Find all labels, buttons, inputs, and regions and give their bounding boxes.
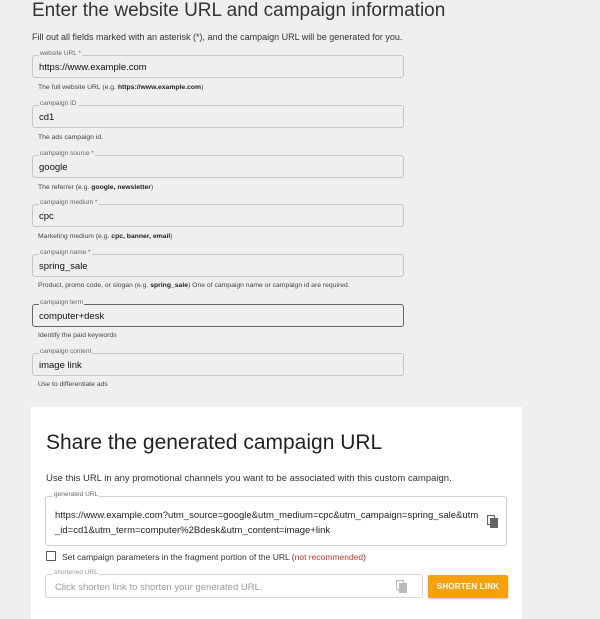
field-help: Product, promo code, or slogan (e.g. spr… [38,282,350,289]
field-help: Marketing medium (e.g. cpc, banner, emai… [38,233,173,240]
shortened-url-placeholder: Click shorten link to shorten your gener… [55,582,263,593]
field-help: The ads campaign id. [38,134,103,141]
copy-icon[interactable] [396,580,408,593]
campaign-term-field[interactable]: campaign term [32,299,404,327]
campaign-name-field[interactable]: campaign name * [32,249,404,277]
generated-url-text[interactable]: https://www.example.com?utm_source=googl… [55,508,483,538]
share-title: Share the generated campaign URL [46,431,383,454]
campaign-id-field[interactable]: campaign ID [32,100,404,128]
share-card: Share the generated campaign URL Use thi… [31,407,522,619]
campaign-medium-input[interactable] [39,211,389,222]
field-label: campaign medium * [39,199,99,206]
campaign-source-input[interactable] [39,162,389,173]
field-help: The full website URL (e.g. https://www.e… [38,84,204,91]
website-url-field[interactable]: website URL * [32,50,404,78]
campaign-medium-field[interactable]: campaign medium * [32,199,404,227]
field-help: Identify the paid keywords [38,332,117,339]
campaign-term-input[interactable] [39,311,389,322]
campaign-content-field[interactable]: campaign content [32,348,404,376]
generated-url-label: generated URL [53,491,100,498]
field-label: campaign source * [39,150,95,157]
field-label: campaign content [39,348,93,355]
field-label: website URL * [39,50,82,57]
copy-icon[interactable] [487,515,499,528]
field-help: Use to differentiate ads [38,381,108,388]
field-help: The referrer (e.g. google, newsletter) [38,184,154,191]
fragment-checkbox-label: Set campaign parameters in the fragment … [62,552,295,562]
share-description: Use this URL in any promotional channels… [46,473,452,484]
fragment-checkbox[interactable] [46,551,56,561]
shortened-url-label: shortened URL [53,569,99,576]
campaign-content-input[interactable] [39,360,389,371]
campaign-id-input[interactable] [39,112,389,123]
shortened-url-box[interactable]: shortened URL Click shorten link to shor… [45,569,423,598]
field-label: campaign name * [39,249,92,256]
field-label: campaign term [39,299,84,306]
generated-url-box[interactable]: generated URL https://www.example.com?ut… [45,491,507,546]
website-url-input[interactable] [39,62,389,73]
intro-text: Fill out all fields marked with an aster… [32,32,403,42]
fragment-checkbox-row[interactable]: Set campaign parameters in the fragment … [46,551,366,562]
shorten-link-button[interactable]: SHORTEN LINK [428,575,508,598]
campaign-name-input[interactable] [39,261,389,272]
field-label: campaign ID [39,100,78,107]
campaign-source-field[interactable]: campaign source * [32,150,404,178]
page-title: Enter the website URL and campaign infor… [32,0,446,21]
not-recommended-text: not recommended [294,552,364,562]
